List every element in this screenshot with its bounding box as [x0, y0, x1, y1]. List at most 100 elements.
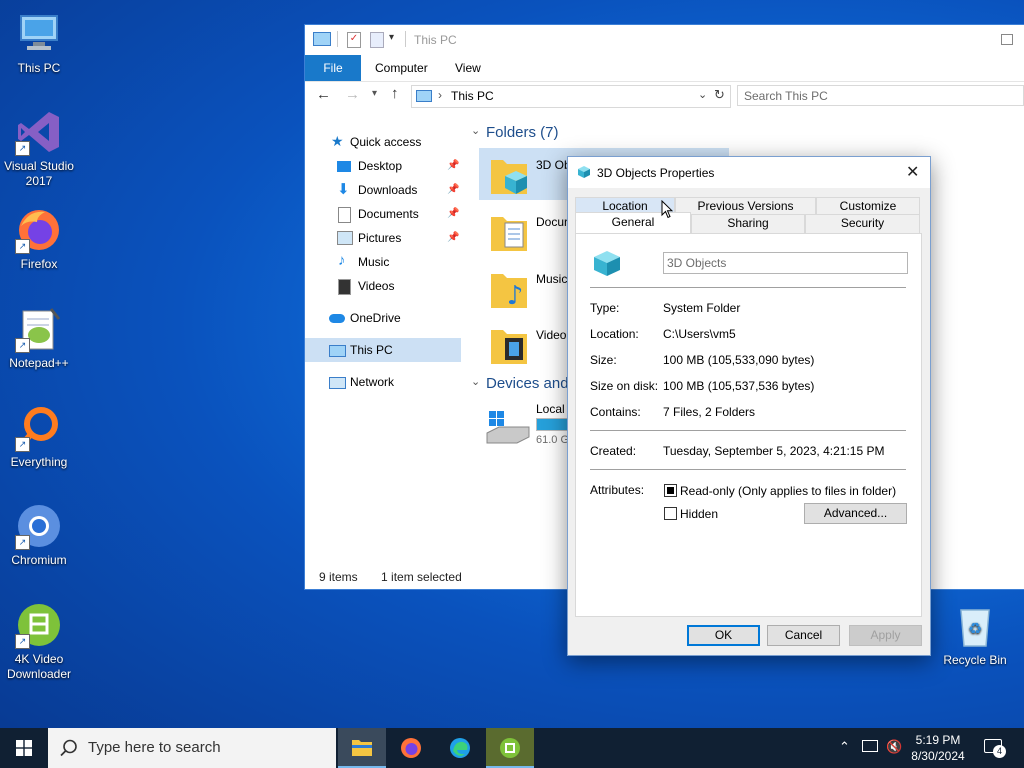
music-note-icon: ♪ — [338, 252, 346, 269]
dialog-titlebar[interactable]: 3D Objects Properties ✕ — [568, 157, 930, 188]
cancel-button[interactable]: Cancel — [767, 625, 840, 646]
tab-file[interactable]: File — [305, 55, 361, 81]
desktop-icon-notepadpp[interactable]: ↗ Notepad++ — [0, 305, 78, 371]
notification-center-icon[interactable]: 4 — [984, 739, 1006, 758]
collapse-chevron-icon[interactable]: ⌄ — [471, 375, 480, 388]
clock[interactable]: 5:19 PM 8/30/2024 — [906, 732, 970, 764]
hidden-checkbox[interactable] — [664, 507, 677, 520]
folder-documents-icon — [491, 217, 527, 251]
nav-quick-access[interactable]: ★ Quick access — [305, 130, 461, 154]
taskbar-4k-video-downloader[interactable] — [486, 728, 534, 768]
desktop-icon-recycle-bin[interactable]: ♻ Recycle Bin — [936, 602, 1014, 668]
separator — [590, 469, 906, 470]
folder-name: Docur — [536, 215, 569, 229]
volume-muted-icon[interactable]: 🔇 — [886, 739, 902, 755]
nav-downloads[interactable]: ⬇ Downloads 📌 — [305, 178, 461, 202]
firefox-icon — [401, 738, 421, 758]
maximize-icon[interactable] — [1001, 34, 1013, 45]
pin-icon: 📌 — [447, 208, 460, 219]
properties-quick-access-icon[interactable]: ✓ — [347, 32, 361, 48]
file-explorer-icon — [352, 740, 372, 756]
ok-button[interactable]: OK — [687, 625, 760, 646]
shortcut-arrow-icon: ↗ — [15, 338, 30, 353]
recent-locations-chevron-icon[interactable]: ▾ — [372, 88, 377, 99]
new-folder-quick-access-icon[interactable] — [370, 32, 384, 48]
network-icon — [329, 377, 346, 389]
nav-this-pc[interactable]: This PC — [305, 338, 461, 362]
taskbar-search-input[interactable]: Type here to search — [48, 728, 336, 768]
tab-sharing[interactable]: Sharing — [691, 214, 805, 233]
tab-general[interactable]: General — [575, 212, 691, 234]
customize-qat-chevron-icon[interactable]: ▾ — [389, 32, 394, 43]
type-value: System Folder — [663, 301, 741, 315]
refresh-icon[interactable]: ↻ — [714, 87, 725, 103]
general-tab-panel: 3D Objects Type: System Folder Location:… — [575, 233, 922, 617]
nav-pictures[interactable]: Pictures 📌 — [305, 226, 461, 250]
folder-name: 3D Ob — [536, 158, 571, 172]
type-label: Type: — [590, 301, 620, 315]
forward-arrow-icon[interactable]: → — [345, 86, 360, 103]
desktop-icon-chromium[interactable]: ↗ Chromium — [0, 502, 78, 568]
taskbar-firefox[interactable] — [387, 728, 435, 768]
location-value: C:\Users\vm5 — [663, 327, 736, 341]
desktop-icon-label: Notepad++ — [9, 356, 69, 370]
desktop-icon-label: 4K Video Downloader — [6, 652, 72, 681]
search-input[interactable]: Search This PC — [737, 85, 1024, 106]
chromium-icon: ↗ — [15, 502, 63, 550]
nav-documents[interactable]: Documents 📌 — [305, 202, 461, 226]
network-status-icon[interactable] — [862, 740, 878, 752]
hidden-label: Hidden — [680, 507, 719, 521]
folders-group-header[interactable]: Folders (7) — [486, 124, 559, 141]
taskbar-file-explorer[interactable] — [338, 728, 386, 768]
advanced-button[interactable]: Advanced... — [804, 503, 907, 524]
nav-desktop[interactable]: Desktop 📌 — [305, 154, 461, 178]
back-arrow-icon[interactable]: ← — [316, 86, 331, 103]
tab-customize[interactable]: Customize — [816, 197, 920, 215]
desktop-icon-label: Chromium — [11, 553, 67, 567]
pin-icon: 📌 — [447, 184, 460, 195]
collapse-chevron-icon[interactable]: ⌄ — [471, 124, 480, 137]
windows-drive-icon — [486, 411, 530, 444]
tab-security[interactable]: Security — [805, 214, 920, 233]
location-label: Location: — [590, 327, 639, 341]
desktop-icon-firefox[interactable]: ↗ Firefox — [0, 206, 78, 272]
folder-name: Video — [536, 328, 567, 342]
nav-music[interactable]: ♪ Music — [305, 250, 461, 274]
windows-logo-icon — [16, 740, 32, 756]
explorer-titlebar[interactable]: ✓ ▾ This PC — [305, 25, 1024, 55]
start-button[interactable] — [0, 728, 48, 768]
folder-name-input[interactable]: 3D Objects — [663, 252, 908, 274]
edge-icon — [450, 738, 470, 758]
properties-dialog: 3D Objects Properties ✕ Location Previou… — [567, 156, 931, 656]
desktop-icon-everything[interactable]: ↗ Everything — [0, 404, 78, 470]
desktop-icon-this-pc[interactable]: This PC — [0, 10, 78, 76]
recycle-bin-icon: ♻ — [951, 602, 999, 650]
breadcrumb-separator-icon: › — [438, 88, 442, 102]
address-bar[interactable]: › This PC ⌄ ↻ — [411, 85, 731, 108]
visual-studio-icon: ↗ — [15, 108, 63, 156]
everything-search-icon: ↗ — [15, 404, 63, 452]
tray-overflow-chevron-icon[interactable]: ⌃ — [839, 739, 850, 755]
nav-onedrive[interactable]: OneDrive — [305, 306, 461, 330]
3d-cube-icon — [578, 166, 590, 178]
desktop-icon-label: Firefox — [20, 257, 58, 271]
close-icon[interactable]: ✕ — [906, 162, 919, 182]
tab-previous-versions[interactable]: Previous Versions — [675, 197, 816, 215]
nav-videos[interactable]: Videos — [305, 274, 461, 298]
3d-objects-folder-icon — [594, 251, 620, 276]
desktop-icon-visual-studio[interactable]: ↗ Visual Studio 2017 — [0, 108, 78, 189]
navigation-pane: ★ Quick access Desktop 📌 ⬇ Downloads 📌 D… — [305, 122, 465, 562]
tab-row-bottom: General Sharing Security — [575, 212, 920, 234]
desktop-icon-4k-video-downloader[interactable]: ↗ 4K Video Downloader — [0, 601, 78, 682]
pictures-icon — [337, 231, 353, 245]
up-arrow-icon[interactable]: ↑ — [391, 85, 399, 102]
readonly-checkbox[interactable] — [664, 484, 677, 497]
tab-view[interactable]: View — [455, 55, 481, 81]
apply-button[interactable]: Apply — [849, 625, 922, 646]
tab-computer[interactable]: Computer — [375, 55, 428, 81]
address-dropdown-icon[interactable]: ⌄ — [698, 88, 707, 101]
nav-network[interactable]: Network — [305, 370, 461, 394]
taskbar-edge[interactable] — [436, 728, 484, 768]
devices-group-header[interactable]: Devices and — [486, 375, 569, 392]
status-bar: 9 items 1 item selected — [319, 570, 462, 584]
